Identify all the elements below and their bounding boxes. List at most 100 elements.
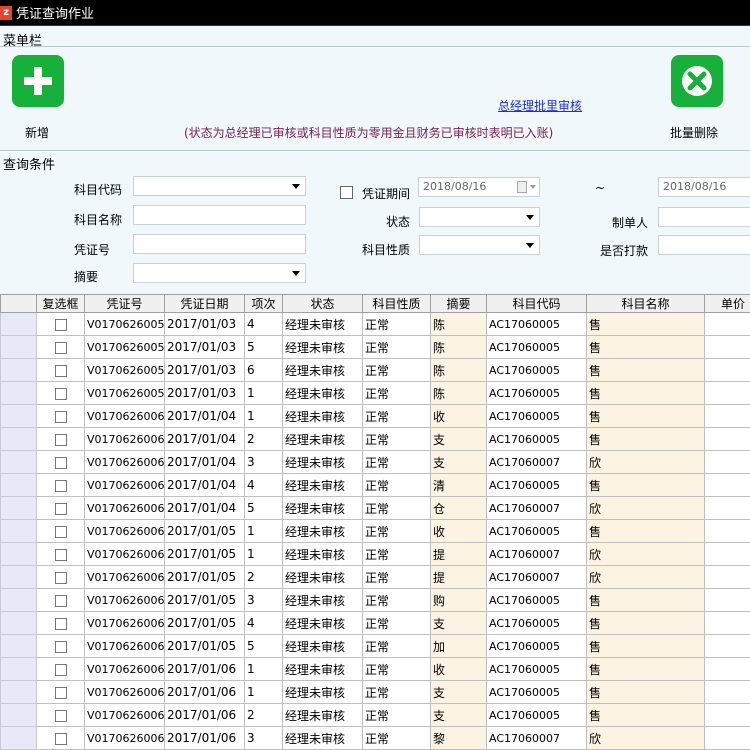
table-cell[interactable]: 正常: [362, 496, 431, 520]
table-row[interactable]: V01706260057 2017/01/03 5 经理未审核 正常陈 AC1706000…: [0, 335, 750, 359]
row-header[interactable]: [0, 565, 37, 589]
status-select[interactable]: [419, 207, 540, 227]
table-cell[interactable]: 经理未审核: [282, 657, 363, 681]
column-header[interactable]: 科目性质: [362, 294, 431, 313]
table-cell[interactable]: AC17060005: [486, 680, 587, 704]
row-checkbox[interactable]: [54, 341, 67, 354]
table-cell[interactable]: 5: [244, 496, 283, 520]
row-checkbox-cell[interactable]: [36, 726, 85, 750]
row-checkbox-cell[interactable]: [36, 335, 85, 359]
table-cell[interactable]: [704, 312, 750, 336]
table-cell[interactable]: [704, 473, 750, 497]
table-cell[interactable]: V01706260057: [84, 335, 165, 359]
table-cell[interactable]: 陈: [430, 358, 487, 382]
table-cell[interactable]: 经理未审核: [282, 588, 363, 612]
voucher-no-input[interactable]: [133, 234, 306, 254]
table-cell[interactable]: [704, 358, 750, 382]
table-cell[interactable]: 4: [244, 312, 283, 336]
row-checkbox[interactable]: [54, 456, 67, 469]
batch-delete-label[interactable]: 批量删除: [670, 124, 718, 141]
table-cell[interactable]: 2017/01/05: [164, 542, 245, 566]
column-header[interactable]: 摘要: [430, 294, 487, 313]
table-cell[interactable]: 2017/01/03: [164, 335, 245, 359]
table-cell[interactable]: [704, 496, 750, 520]
row-checkbox-cell[interactable]: [36, 404, 85, 428]
date-from-input[interactable]: 2018/08/16: [418, 177, 540, 197]
row-checkbox[interactable]: [54, 364, 67, 377]
table-cell[interactable]: 正常: [362, 657, 431, 681]
row-checkbox-cell[interactable]: [36, 542, 85, 566]
table-cell[interactable]: 正常: [362, 312, 431, 336]
table-cell[interactable]: 正常: [362, 404, 431, 428]
row-header[interactable]: [0, 726, 37, 750]
row-header[interactable]: [0, 358, 37, 382]
row-checkbox[interactable]: [54, 479, 67, 492]
row-checkbox-cell[interactable]: [36, 358, 85, 382]
table-cell[interactable]: AC17060007: [486, 726, 587, 750]
table-cell[interactable]: AC17060005: [486, 381, 587, 405]
column-header[interactable]: 科目代码: [486, 294, 587, 313]
table-cell[interactable]: 加: [430, 634, 487, 658]
table-cell[interactable]: 陈: [430, 312, 487, 336]
row-checkbox-cell[interactable]: [36, 519, 85, 543]
table-cell[interactable]: AC17060005: [486, 657, 587, 681]
row-checkbox[interactable]: [54, 617, 67, 630]
table-cell[interactable]: 5: [244, 634, 283, 658]
table-cell[interactable]: V01706260060: [84, 427, 165, 451]
table-cell[interactable]: AC17060005: [486, 404, 587, 428]
table-cell[interactable]: 经理未审核: [282, 358, 363, 382]
row-checkbox-cell[interactable]: [36, 703, 85, 727]
table-cell[interactable]: 收: [430, 404, 487, 428]
row-checkbox[interactable]: [54, 433, 67, 446]
row-checkbox[interactable]: [54, 732, 67, 745]
column-header[interactable]: 凭证号: [84, 294, 165, 313]
column-header[interactable]: 复选框: [36, 294, 85, 313]
table-row[interactable]: V01706260063 2017/01/05 5 经理未审核 正常加 AC1706000…: [0, 634, 750, 658]
table-row[interactable]: V01706260060 2017/01/04 3 经理未审核 正常支 AC1706000…: [0, 450, 750, 474]
table-cell[interactable]: 3: [244, 588, 283, 612]
table-cell[interactable]: 欣: [586, 565, 705, 589]
table-cell[interactable]: 售: [586, 335, 705, 359]
batch-delete-button[interactable]: [671, 55, 723, 107]
table-cell[interactable]: [704, 427, 750, 451]
row-checkbox[interactable]: [54, 594, 67, 607]
table-cell[interactable]: V01706260058: [84, 381, 165, 405]
table-cell[interactable]: AC17060005: [486, 634, 587, 658]
table-row[interactable]: V01706260064 2017/01/06 1 经理未审核 正常收 AC1706000…: [0, 657, 750, 681]
table-cell[interactable]: 经理未审核: [282, 450, 363, 474]
table-cell[interactable]: 欣: [586, 542, 705, 566]
table-cell[interactable]: 正常: [362, 335, 431, 359]
table-cell[interactable]: 6: [244, 358, 283, 382]
table-cell[interactable]: 正常: [362, 450, 431, 474]
table-row[interactable]: V01706260062 2017/01/05 1 经理未审核 正常收 AC1706000…: [0, 519, 750, 543]
table-cell[interactable]: 售: [586, 312, 705, 336]
table-cell[interactable]: 清: [430, 473, 487, 497]
table-cell[interactable]: V01706260057: [84, 312, 165, 336]
table-cell[interactable]: 陈: [430, 335, 487, 359]
row-checkbox-cell[interactable]: [36, 496, 85, 520]
table-cell[interactable]: [704, 657, 750, 681]
table-row[interactable]: V01706260063 2017/01/05 4 经理未审核 正常支 AC1706000…: [0, 611, 750, 635]
table-cell[interactable]: V01706260065: [84, 703, 165, 727]
row-header[interactable]: [0, 611, 37, 635]
table-cell[interactable]: [704, 588, 750, 612]
table-cell[interactable]: 购: [430, 588, 487, 612]
table-row[interactable]: V01706260057 2017/01/03 6 经理未审核 正常陈 AC1706000…: [0, 358, 750, 382]
table-cell[interactable]: 仓: [430, 496, 487, 520]
row-header[interactable]: [0, 312, 37, 336]
row-header[interactable]: [0, 634, 37, 658]
table-cell[interactable]: 2017/01/04: [164, 450, 245, 474]
table-cell[interactable]: 2017/01/06: [164, 703, 245, 727]
table-cell[interactable]: 欣: [586, 726, 705, 750]
maker-input[interactable]: [658, 207, 750, 227]
table-cell[interactable]: 售: [586, 657, 705, 681]
row-checkbox-cell[interactable]: [36, 381, 85, 405]
table-cell[interactable]: 2017/01/06: [164, 657, 245, 681]
table-cell[interactable]: 经理未审核: [282, 381, 363, 405]
row-checkbox[interactable]: [54, 548, 67, 561]
table-cell[interactable]: 提: [430, 565, 487, 589]
row-header[interactable]: [0, 680, 37, 704]
table-cell[interactable]: V01706260064: [84, 657, 165, 681]
table-cell[interactable]: [704, 680, 750, 704]
table-cell[interactable]: 售: [586, 703, 705, 727]
